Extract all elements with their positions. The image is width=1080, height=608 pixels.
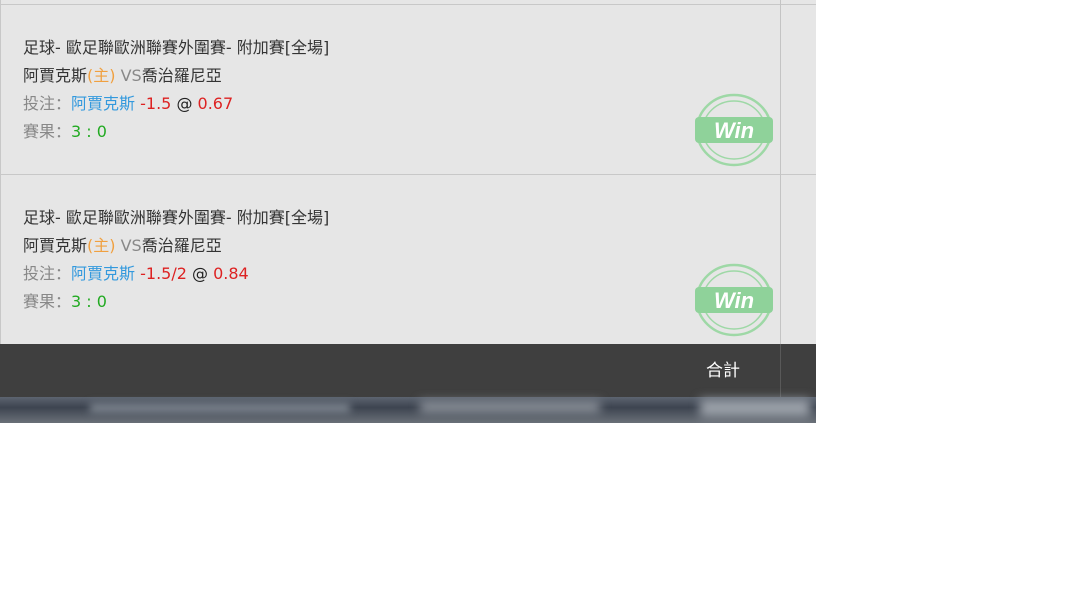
result-line: 賽果：3 : 0 xyxy=(23,122,107,142)
background-image-strip xyxy=(0,397,816,423)
match-teams: 阿賈克斯(主) VS喬治羅尼亞 xyxy=(23,66,222,86)
win-stamp-text: Win xyxy=(714,288,754,313)
bet-label: 投注： xyxy=(23,94,72,113)
score-value: 3 : 0 xyxy=(71,292,107,311)
win-stamp-text: Win xyxy=(714,118,754,143)
result-line: 賽果：3 : 0 xyxy=(23,292,107,312)
summary-footer: 合計 xyxy=(0,344,816,397)
bet-record: 足球- 歐足聯歐洲聯賽外圍賽- 附加賽[全場] 阿賈克斯(主) VS喬治羅尼亞 … xyxy=(0,5,816,175)
bet-record: 足球- 歐足聯歐洲聯賽外圍賽- 附加賽[全場] 阿賈克斯(主) VS喬治羅尼亞 … xyxy=(0,175,780,345)
at-symbol: @ xyxy=(176,94,193,113)
at-symbol: @ xyxy=(192,264,209,283)
handicap-value: -1.5 xyxy=(140,94,172,113)
blur-shape xyxy=(420,401,600,413)
bet-team: 阿賈克斯 xyxy=(71,264,136,283)
score-value: 3 : 0 xyxy=(71,122,107,141)
win-stamp-icon: Win xyxy=(695,93,773,167)
total-label: 合計 xyxy=(706,361,740,381)
match-teams: 阿賈克斯(主) VS喬治羅尼亞 xyxy=(23,236,222,256)
odds-value: 0.84 xyxy=(213,264,249,283)
home-marker: (主) xyxy=(87,236,116,255)
blur-shape xyxy=(90,403,350,413)
away-team: 喬治羅尼亞 xyxy=(141,236,222,255)
bet-line: 投注：阿賈克斯 -1.5 @ 0.67 xyxy=(23,94,233,114)
result-label: 賽果： xyxy=(23,292,72,311)
odds-value: 0.67 xyxy=(197,94,234,113)
home-team: 阿賈克斯 xyxy=(23,66,88,85)
vs-label: VS xyxy=(115,66,142,85)
home-marker: (主) xyxy=(87,66,116,85)
bet-history-panel: 足球- 歐足聯歐洲聯賽外圍賽- 附加賽[全場] 阿賈克斯(主) VS喬治羅尼亞 … xyxy=(0,0,816,423)
vs-label: VS xyxy=(115,236,142,255)
handicap-value: -1.5/2 xyxy=(140,264,187,283)
result-label: 賽果： xyxy=(23,122,72,141)
win-stamp-icon: Win xyxy=(695,263,773,337)
home-team: 阿賈克斯 xyxy=(23,236,88,255)
bet-label: 投注： xyxy=(23,264,72,283)
footer-divider xyxy=(780,344,781,397)
bet-team: 阿賈克斯 xyxy=(71,94,136,113)
away-team: 喬治羅尼亞 xyxy=(141,66,222,85)
league-title: 足球- 歐足聯歐洲聯賽外圍賽- 附加賽[全場] xyxy=(23,38,330,57)
league-title: 足球- 歐足聯歐洲聯賽外圍賽- 附加賽[全場] xyxy=(23,208,330,227)
column-divider xyxy=(780,0,781,397)
blur-shape xyxy=(700,399,810,417)
bet-line: 投注：阿賈克斯 -1.5/2 @ 0.84 xyxy=(23,264,249,284)
